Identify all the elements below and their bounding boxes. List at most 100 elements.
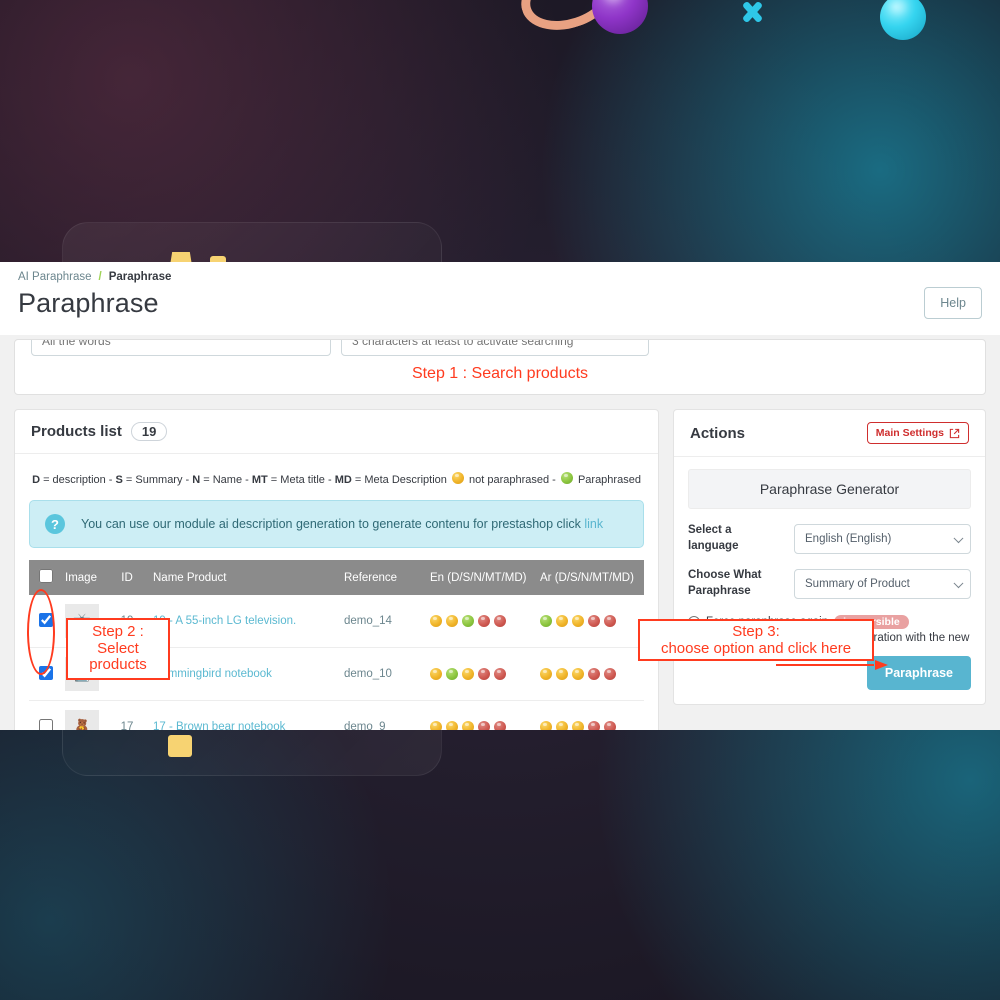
row-ar-status [534, 700, 644, 730]
breadcrumb-current: Paraphrase [108, 271, 172, 283]
th-image[interactable]: Image [59, 560, 107, 595]
annotation-step3-line2: choose option and click here [660, 640, 852, 657]
status-dot-green [462, 615, 474, 627]
row-ar-status [534, 595, 644, 648]
row-reference: demo_10 [338, 647, 424, 701]
legend-not-paraphrased: not paraphrased - [465, 474, 559, 486]
status-dot-red [604, 615, 616, 627]
info-banner-link[interactable]: link [584, 517, 603, 531]
legend-d-key: D [32, 474, 41, 486]
status-dot-red [588, 721, 600, 730]
actions-panel-header: Actions Main Settings [674, 410, 985, 457]
search-fields [15, 340, 985, 356]
row-en-status [424, 647, 534, 701]
what-paraphrase-label: Choose What Paraphrase [688, 568, 784, 599]
status-dot-green [540, 615, 552, 627]
products-list-title-wrap: Products list 19 [31, 422, 168, 441]
status-dot-yellow [556, 721, 568, 730]
status-dot-red [494, 615, 506, 627]
breadcrumb: AI Paraphrase / Paraphrase [18, 271, 982, 283]
status-dot-yellow [572, 615, 584, 627]
status-dot-yellow [540, 721, 552, 730]
annotation-ellipse-checkboxes [27, 589, 55, 675]
search-name-input[interactable] [31, 340, 331, 356]
row-ar-status [534, 647, 644, 701]
language-row: Select a language English (English) [688, 523, 971, 554]
language-select-wrap: English (English) [794, 523, 971, 554]
help-button[interactable]: Help [924, 287, 982, 319]
status-dot-yellow [540, 668, 552, 680]
status-dot-red [588, 668, 600, 680]
th-ar-status: Ar (D/S/N/MT/MD) [534, 560, 644, 595]
annotation-step2-line1: Step 2 : [92, 622, 144, 640]
row-product-link[interactable]: Hummingbird notebook [153, 668, 272, 680]
annotation-step3-line1: Step 3: [732, 622, 780, 640]
status-dot-yellow [572, 668, 584, 680]
row-product-link[interactable]: 17 - Brown bear notebook [153, 721, 285, 730]
row-name-cell: 19 - A 55-inch LG television. [147, 595, 338, 648]
search-keyword-input[interactable] [341, 340, 649, 356]
row-product-link[interactable]: 19 - A 55-inch LG television. [153, 615, 296, 627]
th-reference[interactable]: Reference [338, 560, 424, 595]
main-settings-button[interactable]: Main Settings [866, 422, 969, 444]
breadcrumb-parent[interactable]: AI Paraphrase [18, 271, 92, 283]
x-shape-icon [741, 0, 764, 24]
status-dot-green [446, 668, 458, 680]
actions-title: Actions [690, 424, 746, 442]
row-image-cell: 🧸 [59, 700, 107, 730]
status-dot-red [494, 721, 506, 730]
th-id[interactable]: ID [107, 560, 147, 595]
status-dot-red [478, 721, 490, 730]
page-header: AI Paraphrase / Paraphrase Paraphrase He… [0, 262, 1000, 335]
language-select[interactable]: English (English) [794, 523, 971, 554]
title-row: Paraphrase Help [18, 283, 982, 335]
annotation-step3-arrow [776, 660, 888, 670]
products-list-panel: Products list 19 D = description - S = S… [14, 409, 659, 730]
status-dot-yellow [430, 721, 442, 730]
products-list-title: Products list [31, 423, 122, 440]
info-banner-text: You can use our module ai description ge… [81, 517, 581, 531]
annotation-step2-line2: Select [97, 639, 139, 657]
legend-d-val: = description - [40, 474, 116, 486]
legend-md-val: = Meta Description [351, 474, 450, 486]
what-paraphrase-label-line2: Paraphrase [688, 584, 751, 597]
th-en-status: En (D/S/N/MT/MD) [424, 560, 534, 595]
status-dot-red [494, 668, 506, 680]
legend-green-dot-icon [560, 472, 573, 484]
select-all-checkbox[interactable] [39, 569, 53, 583]
search-panel: Step 1 : Search products [14, 339, 986, 395]
row-en-status [424, 700, 534, 730]
info-banner-text-wrap: You can use our module ai description ge… [81, 517, 603, 531]
status-dot-red [588, 615, 600, 627]
legend-md-key: MD [334, 474, 352, 486]
what-paraphrase-row: Choose What Paraphrase Summary of Produc… [688, 568, 971, 599]
row-checkbox[interactable] [39, 718, 53, 730]
page-title: Paraphrase [18, 287, 159, 318]
main-settings-label: Main Settings [875, 427, 944, 439]
status-dot-yellow [430, 668, 442, 680]
th-name[interactable]: Name Product [147, 560, 338, 595]
row-reference: demo_14 [338, 595, 424, 648]
legend-mt-key: MT [251, 474, 268, 486]
yellow-shape-three [168, 735, 192, 757]
question-mark-icon: ? [45, 514, 65, 534]
status-dot-red [604, 668, 616, 680]
bear-notebook-thumbnail: 🧸 [65, 710, 99, 730]
annotation-step3-box: Step 3: choose option and click here [638, 619, 874, 661]
legend-s-val: = Summary - [122, 474, 193, 486]
annotation-step1: Step 1 : Search products [411, 365, 589, 382]
language-label: Select a language [688, 524, 739, 552]
status-dot-yellow [446, 721, 458, 730]
legend-s-key: S [115, 474, 123, 486]
what-paraphrase-select-wrap: Summary of Product [794, 568, 971, 599]
what-paraphrase-select[interactable]: Summary of Product [794, 568, 971, 599]
table-row: 🧸 17 17 - Brown bear notebook demo_9 [29, 700, 644, 730]
what-paraphrase-label-line1: Choose What [688, 569, 762, 582]
status-dot-red [478, 615, 490, 627]
legend-paraphrased: Paraphrased [574, 474, 641, 486]
row-reference: demo_9 [338, 700, 424, 730]
products-list-header: Products list 19 [15, 410, 658, 454]
legend-yellow-dot-icon [451, 472, 464, 484]
row-id: 17 [107, 700, 147, 730]
external-link-icon [949, 428, 960, 438]
